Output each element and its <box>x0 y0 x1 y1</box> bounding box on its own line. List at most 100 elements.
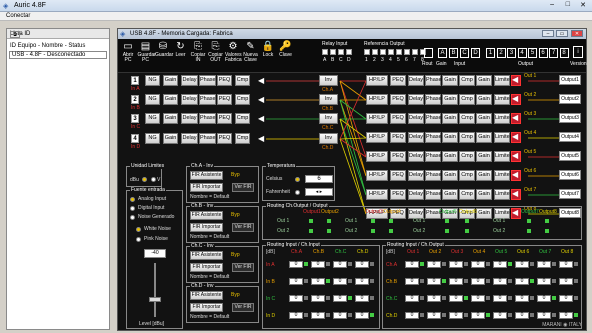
routing-ch-gain-cell[interactable]: 0 <box>405 261 419 268</box>
routing-ch-gain-cell[interactable]: 0 <box>559 278 573 285</box>
routing-ch-gain-cell[interactable]: 0 <box>427 278 441 285</box>
output-select-box[interactable]: 2 <box>496 48 506 58</box>
output-gain-button[interactable]: Gain <box>476 151 492 162</box>
output-gain-button[interactable]: Gain <box>442 151 458 162</box>
input-cmp-button[interactable]: Cmp <box>235 133 250 144</box>
output-cmp-button[interactable]: Cmp <box>459 75 475 86</box>
output-hplp-button[interactable]: HP/LP <box>366 75 388 86</box>
minimize-icon[interactable]: – <box>550 1 554 8</box>
input-delay-button[interactable]: Delay <box>181 133 198 144</box>
output-select-box[interactable]: 6 <box>538 48 548 58</box>
copy-out-button[interactable]: ⎘ Copiar OUT <box>208 41 224 63</box>
routing-ch-gain-cell[interactable]: 0 <box>471 261 485 268</box>
routing-ch-enable-toggle[interactable] <box>464 279 468 283</box>
routing-ch-gain-cell[interactable]: 0 <box>427 312 441 319</box>
output-cmp-button[interactable]: Cmp <box>459 170 475 181</box>
routing-ch-gain-cell[interactable]: 0 <box>515 312 529 319</box>
output-peq-button[interactable]: PEQ <box>390 151 406 162</box>
routing-ch-enable-toggle[interactable] <box>420 296 424 300</box>
routing-enable-toggle[interactable] <box>370 279 374 283</box>
routing-gain-cell[interactable]: 0 <box>333 312 347 319</box>
routing-gain-cell[interactable]: 0 <box>333 278 347 285</box>
output-limiter-button[interactable]: Limiter <box>494 170 512 181</box>
output-destination[interactable]: Output3 <box>559 113 581 123</box>
output-cmp-button[interactable]: Cmp <box>459 151 475 162</box>
routing-ch-gain-cell[interactable]: 0 <box>405 295 419 302</box>
routing-ch-gain-cell[interactable]: 0 <box>405 312 419 319</box>
output-limiter-button[interactable]: Limiter <box>494 75 512 86</box>
routing-ch-gain-cell[interactable]: 0 <box>471 312 485 319</box>
routing-ch-gain-cell[interactable]: 0 <box>537 295 551 302</box>
view-fir-button[interactable]: Ver FIR <box>232 223 254 232</box>
relay-toggle[interactable] <box>322 49 328 55</box>
view-fir-button[interactable]: Ver FIR <box>232 303 254 312</box>
output-select-box[interactable]: 8 <box>559 48 569 58</box>
save-button[interactable]: ⛁ Guardar <box>155 41 173 58</box>
output-gain-button[interactable]: Gain <box>442 75 458 86</box>
rout-box[interactable] <box>424 48 433 58</box>
output-limiter-button[interactable]: Limiter <box>494 151 512 162</box>
mute-speaker-icon[interactable]: ◀ <box>258 76 265 85</box>
routing-ch-gain-cell[interactable]: 0 <box>449 295 463 302</box>
routing-point[interactable] <box>389 219 393 223</box>
output-delay-button[interactable]: Delay <box>408 189 424 200</box>
view-fir-button[interactable]: Ver FIR <box>232 183 254 192</box>
input-delay-button[interactable]: Delay <box>181 113 198 124</box>
noise-radio[interactable] <box>136 237 141 242</box>
routing-ch-enable-toggle[interactable] <box>464 296 468 300</box>
routing-point[interactable] <box>309 219 313 223</box>
routing-ch-enable-toggle[interactable] <box>486 279 490 283</box>
output-phase-button[interactable]: Phase <box>425 113 442 124</box>
routing-ch-enable-toggle[interactable] <box>530 279 534 283</box>
routing-ch-gain-cell[interactable]: 0 <box>493 261 507 268</box>
output-delay-button[interactable]: Delay <box>408 170 424 181</box>
input-phase-button[interactable]: Phase <box>199 94 216 105</box>
info-icon[interactable]: i <box>573 46 583 58</box>
routing-ch-enable-toggle[interactable] <box>486 262 490 266</box>
reference-toggle[interactable] <box>396 49 402 55</box>
input-delay-button[interactable]: Delay <box>181 75 198 86</box>
inv-button[interactable]: Inv <box>319 113 338 124</box>
routing-enable-toggle[interactable] <box>304 279 308 283</box>
routing-ch-enable-toggle[interactable] <box>574 262 578 266</box>
output-cmp-button[interactable]: Cmp <box>459 132 475 143</box>
reference-toggle[interactable] <box>372 49 378 55</box>
input-gain-button[interactable]: Gain <box>163 94 178 105</box>
relay-toggle[interactable] <box>346 49 352 55</box>
output-peq-button[interactable]: PEQ <box>390 170 406 181</box>
routing-ch-enable-toggle[interactable] <box>552 262 556 266</box>
noise-radio[interactable] <box>136 227 141 232</box>
fir-import-button[interactable]: FIR Importar <box>190 183 223 192</box>
mute-speaker-icon[interactable]: ◀ <box>258 95 265 104</box>
output-destination[interactable]: Output6 <box>559 170 581 180</box>
routing-point[interactable] <box>371 229 375 233</box>
routing-ch-enable-toggle[interactable] <box>486 313 490 317</box>
inv-button[interactable]: Inv <box>319 75 338 86</box>
source-radio[interactable] <box>130 215 135 220</box>
panel-restore-icon[interactable]: ⧉ <box>10 31 20 38</box>
routing-ch-gain-cell[interactable]: 0 <box>471 295 485 302</box>
routing-ch-gain-cell[interactable]: 0 <box>559 295 573 302</box>
fir-bypass-toggle[interactable]: Byp <box>231 292 240 298</box>
output-gain-button[interactable]: Gain <box>476 189 492 200</box>
unit-v-radio[interactable] <box>151 177 156 182</box>
input-gain-button[interactable]: Gain <box>163 133 178 144</box>
output-select-box[interactable]: 5 <box>528 48 537 58</box>
output-gain-button[interactable]: Gain <box>442 94 458 105</box>
output-gain-button[interactable]: Gain <box>476 170 492 181</box>
routing-gain-cell[interactable]: 0 <box>355 295 369 302</box>
input-ng-button[interactable]: NG <box>145 133 160 144</box>
relay-toggle[interactable] <box>338 49 344 55</box>
routing-enable-toggle[interactable] <box>326 279 330 283</box>
maximize-icon[interactable]: □ <box>566 1 570 8</box>
reference-toggle[interactable] <box>412 49 418 55</box>
output-delay-button[interactable]: Delay <box>408 132 424 143</box>
output-destination[interactable]: Output4 <box>559 132 581 142</box>
routing-ch-gain-cell[interactable]: 0 <box>449 261 463 268</box>
mute-speaker-icon[interactable]: ◀ <box>258 134 265 143</box>
input-peq-button[interactable]: PEQ <box>217 133 232 144</box>
read-button[interactable]: ↻ Leer <box>173 41 189 58</box>
output-select-box[interactable]: 1 <box>486 48 495 58</box>
output-delay-button[interactable]: Delay <box>408 94 424 105</box>
routing-gain-cell[interactable]: 0 <box>355 278 369 285</box>
